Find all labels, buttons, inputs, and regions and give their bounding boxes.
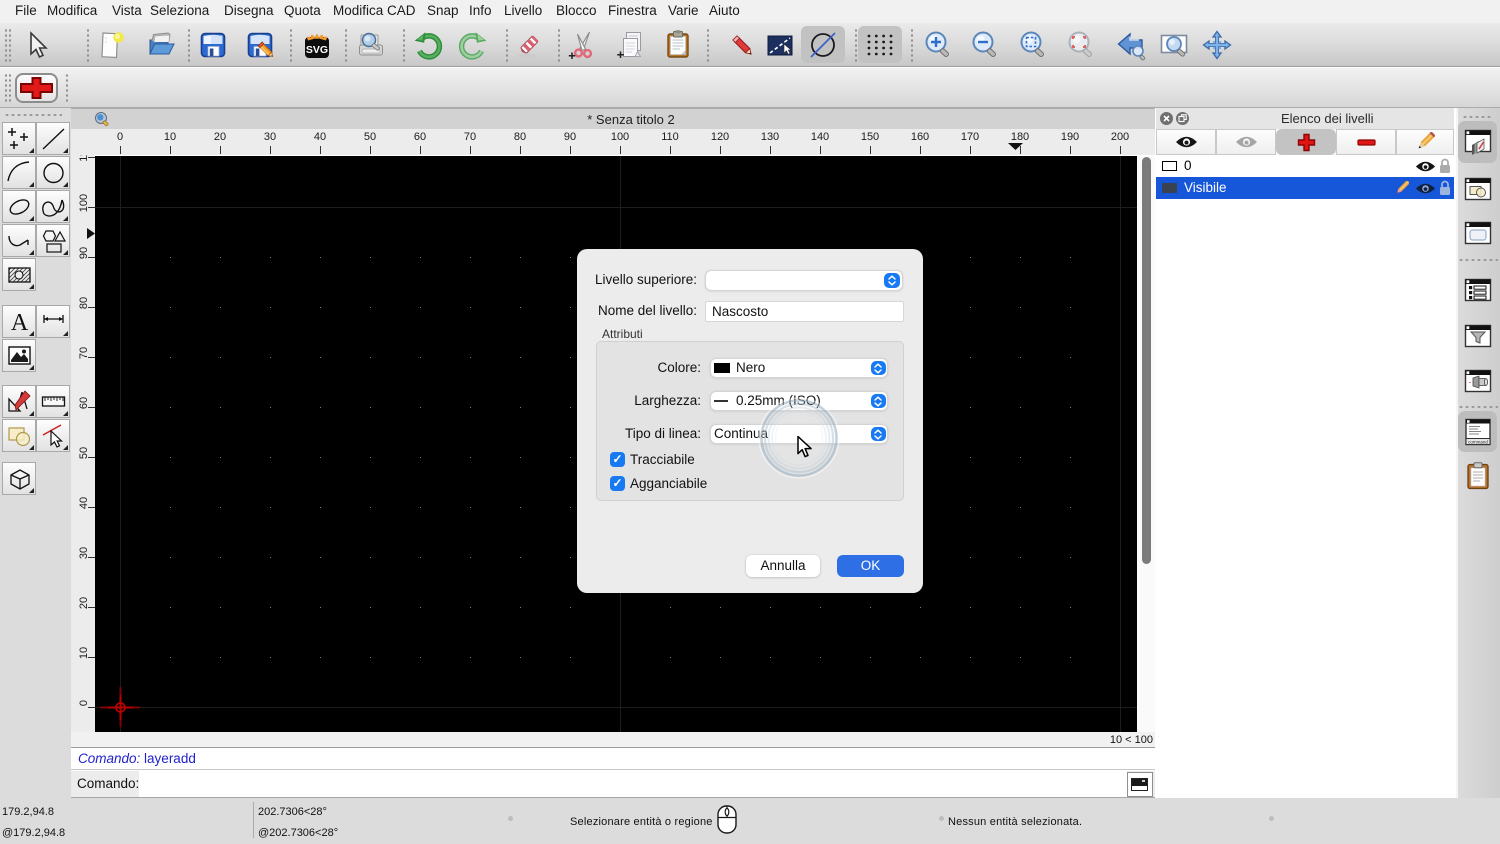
svg-text:SVG: SVG <box>306 44 328 56</box>
svg-text:A: A <box>11 310 29 335</box>
svg-text:command: command <box>1468 440 1488 445</box>
